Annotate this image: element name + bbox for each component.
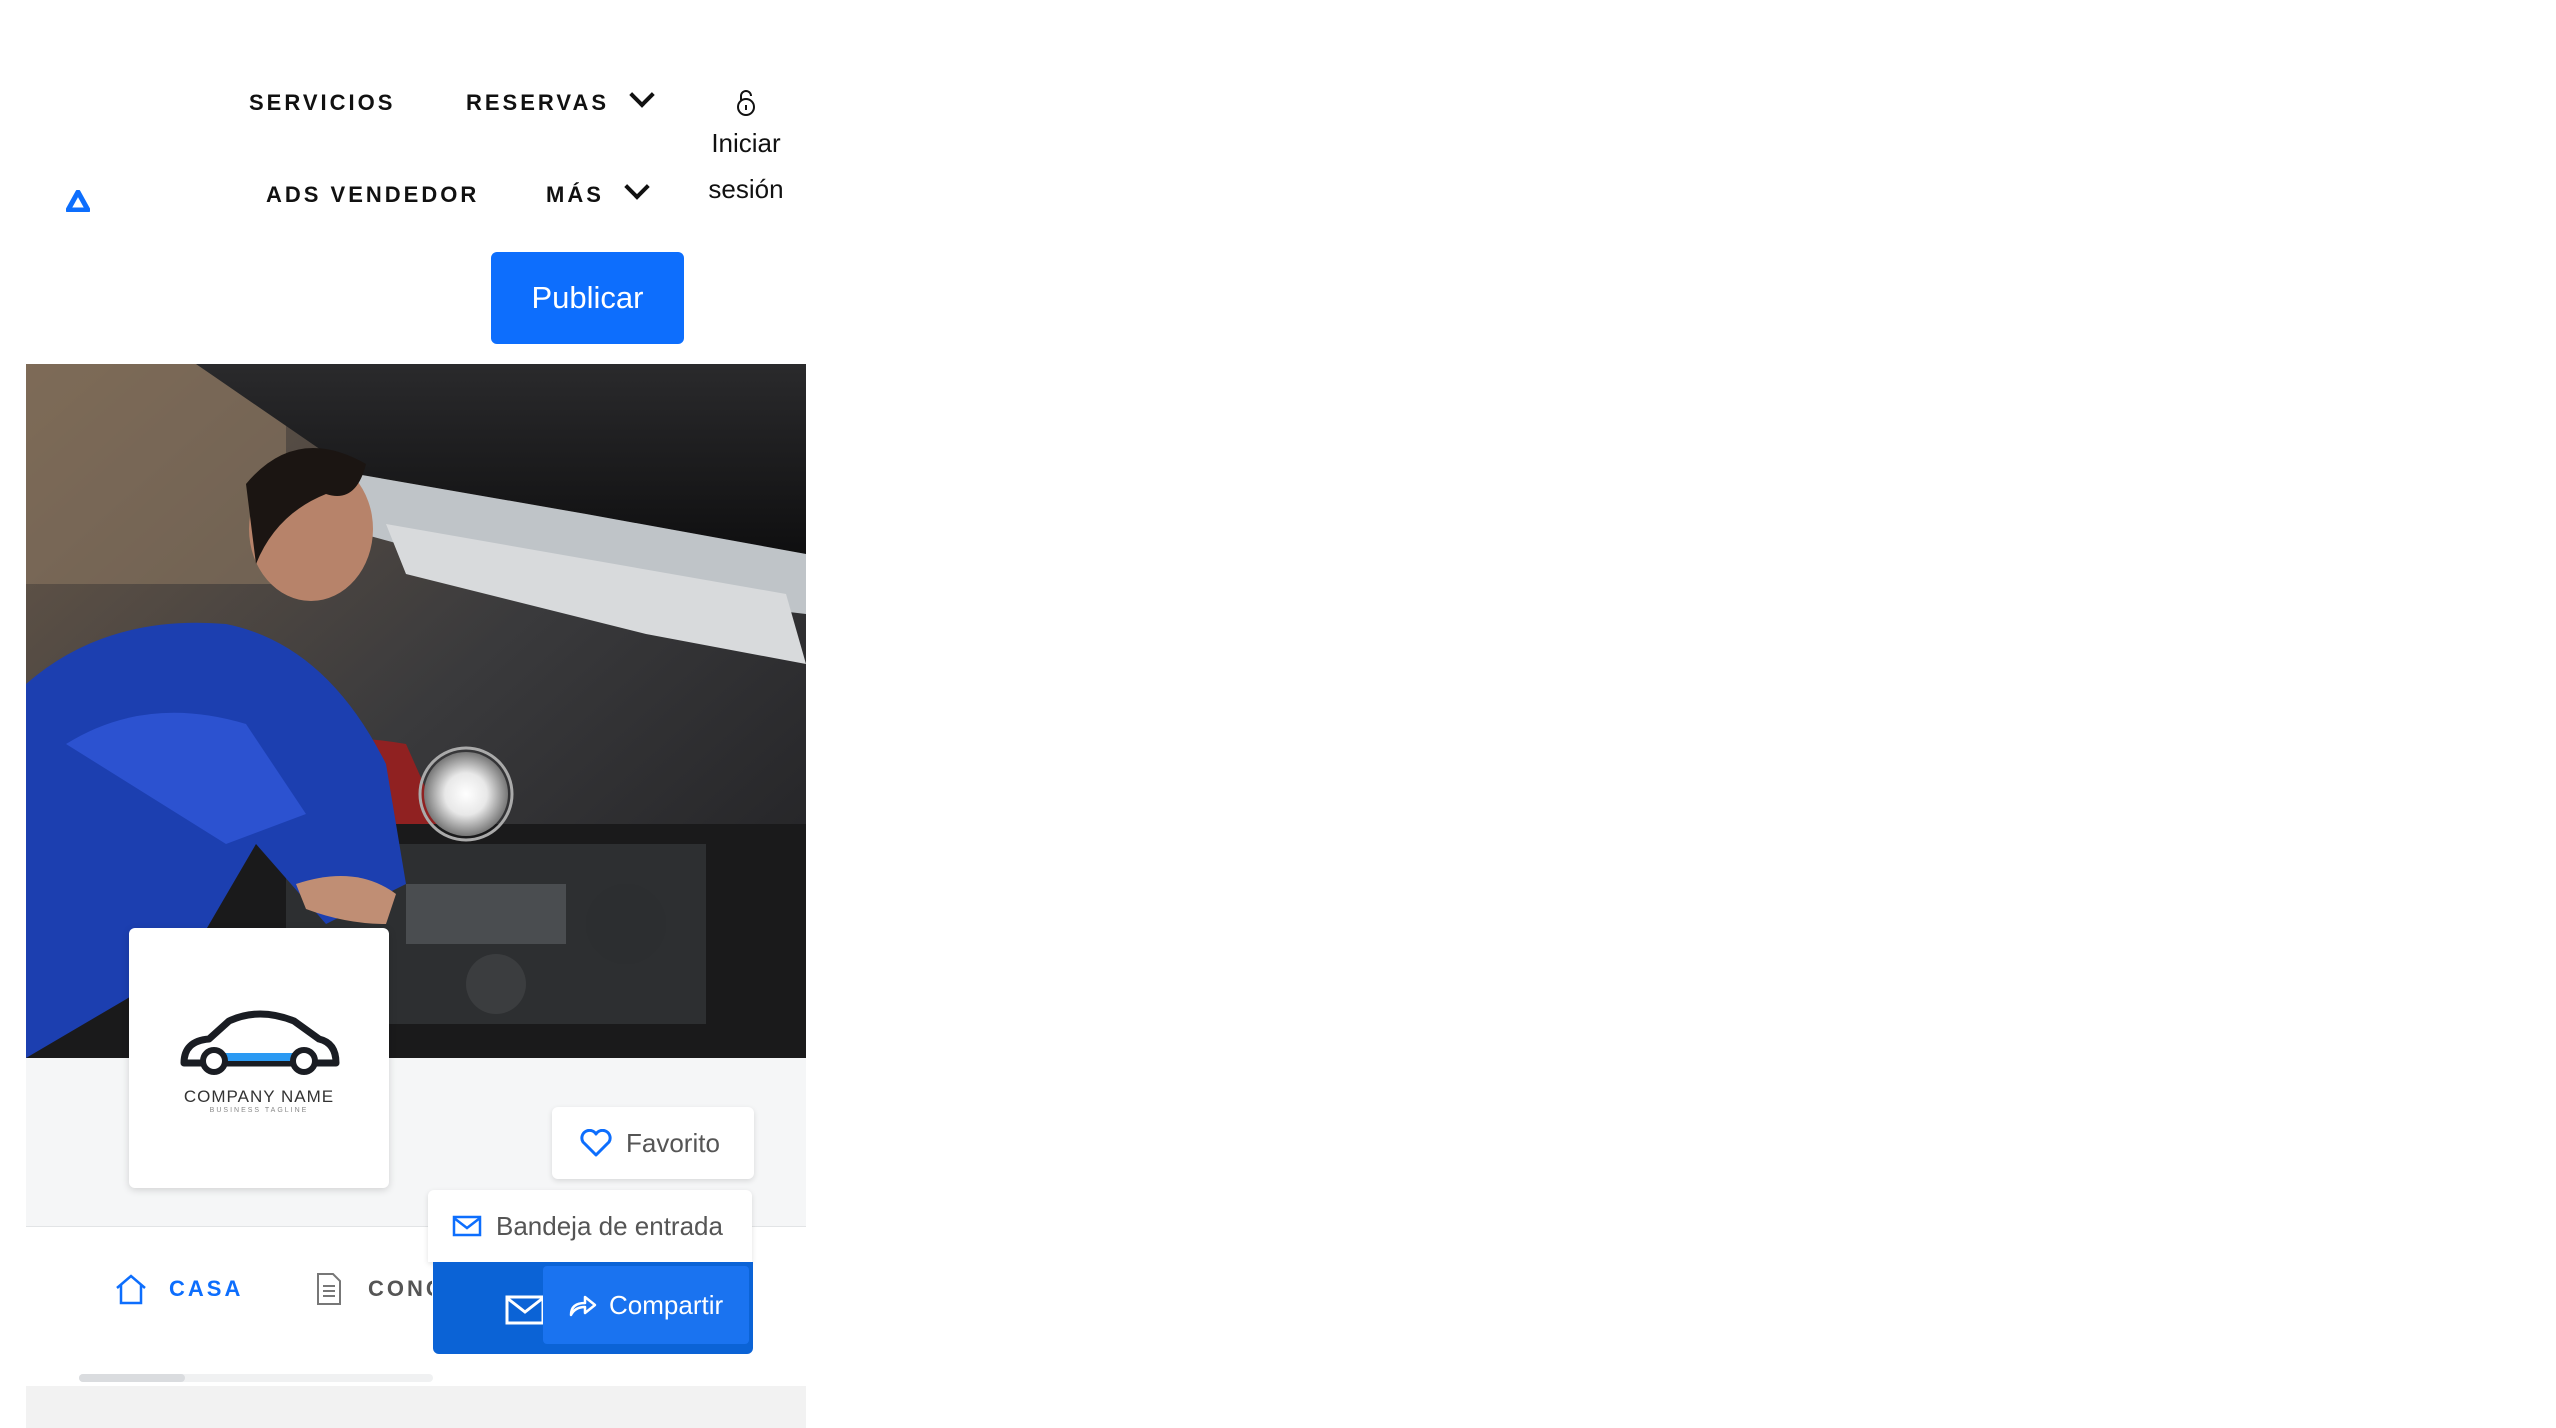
favorite-label: Favorito — [626, 1127, 720, 1158]
contact-actions-bar: Compartir — [433, 1262, 753, 1354]
chevron-down-icon — [629, 82, 655, 108]
triangle-logo-icon — [65, 189, 91, 213]
company-logo-card: COMPANY NAME BUSINESS TAGLINE — [129, 928, 389, 1188]
nav-reservas[interactable]: RESERVAS — [466, 82, 655, 116]
company-logo-text: COMPANY NAME — [183, 1086, 335, 1106]
tab-casa-label: CASA — [169, 1276, 244, 1301]
home-icon — [116, 1274, 146, 1305]
tab-scroll-track[interactable] — [79, 1374, 433, 1382]
publish-button[interactable]: Publicar — [491, 252, 684, 344]
nav-ads-vendedor[interactable]: ADS VENDEDOR — [266, 182, 479, 208]
tab-conc[interactable]: CONC — [314, 1272, 432, 1306]
inbox-button[interactable]: Bandeja de entrada — [428, 1190, 752, 1262]
car-logo-icon — [180, 1010, 340, 1075]
nav-servicios[interactable]: SERVICIOS — [249, 90, 395, 116]
nav-mas[interactable]: MÁS — [546, 174, 650, 208]
favorite-button[interactable]: Favorito — [552, 1107, 754, 1179]
site-logo[interactable] — [65, 189, 91, 213]
inbox-label: Bandeja de entrada — [496, 1210, 723, 1241]
mail-icon — [452, 1215, 482, 1237]
login-label-line2: sesión — [708, 174, 784, 204]
content-area — [26, 1386, 806, 1428]
share-arrow-icon — [569, 1295, 597, 1317]
mail-icon[interactable] — [505, 1295, 545, 1325]
document-icon — [317, 1273, 341, 1305]
lock-icon — [737, 90, 755, 116]
login-link[interactable]: Iniciar sesión — [700, 88, 792, 212]
tab-casa[interactable]: CASA — [113, 1272, 243, 1306]
company-logo-tagline: BUSINESS TAGLINE — [209, 1106, 309, 1114]
tab-scroll-thumb[interactable] — [79, 1374, 185, 1382]
share-button[interactable]: Compartir — [543, 1266, 749, 1344]
tab-conc-label: CONC — [368, 1276, 432, 1301]
share-label: Compartir — [609, 1289, 724, 1320]
heart-icon — [580, 1129, 612, 1157]
nav-mas-label: MÁS — [546, 182, 604, 207]
nav-reservas-label: RESERVAS — [466, 90, 610, 115]
chevron-down-icon — [624, 174, 650, 200]
login-label-line1: Iniciar — [711, 128, 781, 158]
